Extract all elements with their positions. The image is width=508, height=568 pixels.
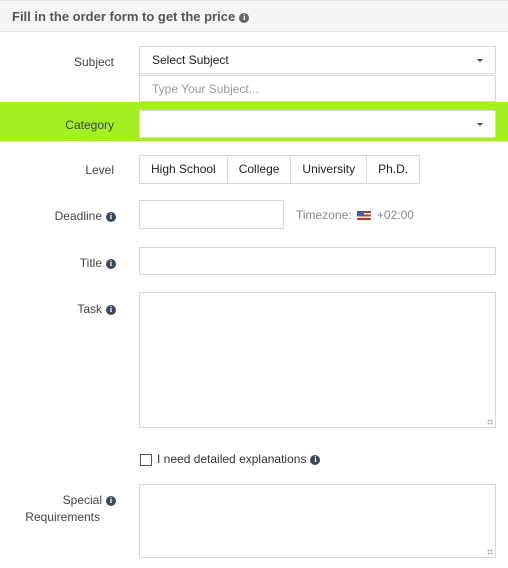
subject-select-value: Select Subject — [152, 53, 229, 67]
timezone-value: +02:00 — [376, 208, 414, 222]
timezone-display: Timezone: +02:00 — [296, 208, 414, 222]
subject-label: Subject — [73, 55, 114, 69]
special-requirements-label: Special i — [10, 493, 116, 507]
form-header: Fill in the order form to get the price i — [0, 0, 508, 32]
detailed-explanations-label: I need detailed explanations i — [157, 452, 321, 466]
special-label-line1: Special — [62, 493, 102, 507]
special-requirements-textarea[interactable] — [139, 484, 496, 558]
title-label-text: Title — [79, 256, 102, 270]
title-input[interactable] — [139, 247, 496, 275]
task-label: Task i — [20, 302, 116, 316]
level-button-group: High School College University Ph.D. — [139, 155, 421, 184]
subject-text-input[interactable]: Type Your Subject... — [139, 75, 496, 102]
special-requirements-label-line2: Requirements — [25, 510, 100, 524]
form-title: Fill in the order form to get the price i — [12, 9, 250, 24]
title-label: Title i — [20, 256, 116, 270]
deadline-label: Deadline i — [20, 209, 116, 223]
subject-input-placeholder: Type Your Subject... — [152, 82, 259, 96]
task-textarea[interactable] — [139, 292, 496, 428]
task-label-text: Task — [77, 302, 102, 316]
category-select[interactable] — [139, 110, 496, 138]
chevron-down-icon — [477, 123, 483, 126]
info-circle-icon[interactable]: i — [106, 258, 116, 269]
info-circle-icon[interactable]: i — [310, 454, 321, 465]
chevron-down-icon — [477, 59, 483, 62]
detailed-explanations-checkbox[interactable] — [140, 454, 152, 466]
level-university-button[interactable]: University — [290, 155, 368, 184]
level-high-school-button[interactable]: High School — [139, 155, 228, 184]
resize-handle-icon[interactable] — [487, 549, 493, 555]
category-label: Category — [65, 118, 114, 132]
level-phd-button[interactable]: Ph.D. — [366, 155, 421, 184]
info-circle-icon[interactable]: i — [106, 211, 116, 222]
info-circle-icon[interactable]: i — [106, 304, 116, 315]
resize-handle-icon[interactable] — [487, 419, 493, 425]
level-label: Level — [85, 163, 114, 177]
info-circle-icon[interactable]: i — [239, 12, 250, 23]
subject-select[interactable]: Select Subject — [139, 46, 496, 74]
timezone-label: Timezone: — [296, 208, 352, 222]
detailed-explanations-text: I need detailed explanations — [157, 452, 307, 466]
deadline-input[interactable] — [139, 200, 284, 229]
us-flag-icon — [356, 211, 371, 220]
deadline-label-text: Deadline — [54, 209, 102, 223]
info-circle-icon[interactable]: i — [106, 495, 116, 506]
form-title-text: Fill in the order form to get the price — [12, 9, 236, 24]
level-college-button[interactable]: College — [226, 155, 292, 184]
